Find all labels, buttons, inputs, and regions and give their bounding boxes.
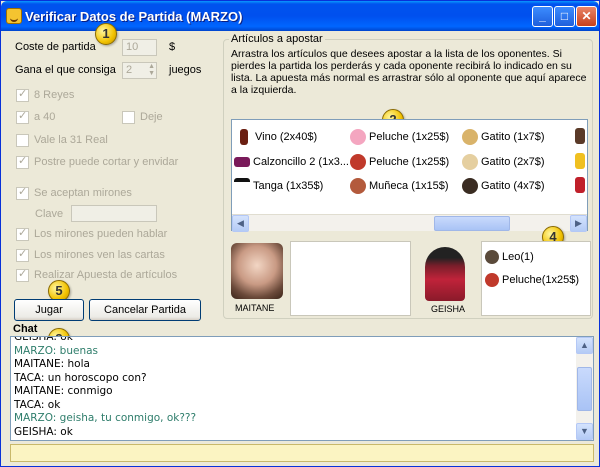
cancelar-partida-button[interactable]: Cancelar Partida: [89, 299, 201, 321]
gana-label: Gana el que consiga: [15, 64, 116, 76]
kitten-icon: [462, 177, 478, 194]
gana-stepper[interactable]: 2 ▲ ▼: [122, 62, 157, 79]
chat-message: MARZO: geisha, tu conmigo, ok???: [14, 412, 197, 424]
vale31-label: Vale la 31 Real: [34, 134, 108, 146]
deje-label: Deje: [140, 111, 163, 123]
opponent-left-card[interactable]: MAITANE: [227, 241, 287, 316]
partial-item-icon: [575, 128, 585, 144]
chat-message: MAITANE: hola: [14, 358, 90, 370]
postre-checkbox[interactable]: [16, 154, 29, 169]
ven-label: Los mirones ven las cartas: [34, 249, 165, 261]
reyes-checkbox[interactable]: [16, 87, 29, 102]
chat-log[interactable]: GEISHA: ok MARZO: buenas MAITANE: hola TACA…: [10, 336, 594, 441]
horizontal-scrollbar[interactable]: ◀ ▶: [232, 214, 587, 232]
list-item[interactable]: Gatito (2x7$): [462, 153, 545, 170]
geisha-bet-list[interactable]: Leo(1) Peluche(1x25$): [481, 241, 591, 316]
chat-message: MARZO: buenas: [14, 344, 99, 357]
list-item[interactable]: Calzoncillo 2 (1x3...: [234, 153, 349, 170]
list-item[interactable]: Gatito (1x7$): [462, 128, 545, 145]
dialog-window: Verificar Datos de Partida (MARZO) _ □ ✕…: [0, 0, 600, 467]
chat-lines: GEISHA: ok MARZO: buenas MAITANE: hola TACA…: [11, 336, 577, 439]
jugar-button[interactable]: Jugar: [14, 299, 84, 321]
window-title: Verificar Datos de Partida (MARZO): [25, 9, 243, 24]
title-bar[interactable]: Verificar Datos de Partida (MARZO) _ □ ✕: [1, 1, 599, 31]
minimize-button[interactable]: _: [532, 6, 553, 27]
list-item[interactable]: Peluche (1x25$): [350, 128, 449, 145]
scrollbar-thumb[interactable]: [434, 216, 510, 231]
hablar-checkbox[interactable]: [16, 226, 29, 241]
apuesta-label: Realizar Apuesta de artículos: [34, 269, 178, 281]
ven-checkbox[interactable]: [16, 247, 29, 262]
vale31-checkbox[interactable]: [16, 134, 29, 147]
wine-bottle-icon: [240, 128, 248, 145]
list-item[interactable]: Peluche(1x25$): [485, 271, 579, 288]
coste-label: Coste de partida: [15, 41, 96, 53]
list-item[interactable]: Leo(1): [485, 248, 534, 265]
a40-label: a 40: [34, 111, 56, 123]
close-icon: ✕: [581, 9, 592, 23]
list-item[interactable]: Gatito (4x7$): [462, 177, 545, 194]
a40-checkbox[interactable]: [16, 109, 29, 124]
geisha-name: GEISHA: [431, 304, 466, 314]
kitten-icon: [462, 153, 478, 170]
chat-input[interactable]: [10, 444, 594, 462]
stepper-arrows-icon[interactable]: ▲ ▼: [148, 63, 155, 77]
chat-message: MAITANE: conmigo: [14, 385, 113, 397]
chat-message: TACA: un horoscopo con?: [14, 371, 147, 384]
scroll-left-icon[interactable]: ◀: [232, 215, 249, 232]
apuesta-checkbox[interactable]: [16, 267, 29, 282]
thong-icon: [234, 177, 250, 194]
list-item[interactable]: Tanga (1x35$): [234, 177, 323, 194]
clave-input[interactable]: [71, 205, 157, 222]
callout-badge-1: 1: [95, 23, 117, 45]
chat-message: GEISHA: ok: [14, 425, 73, 438]
minimize-icon: _: [539, 9, 546, 23]
gana-value: 2: [126, 64, 133, 76]
deje-checkbox[interactable]: [122, 111, 135, 124]
teddy-bear-pink-icon: [350, 128, 366, 145]
list-item[interactable]: Muñeca (1x15$): [350, 177, 449, 194]
articulos-list[interactable]: Vino (2x40$) Peluche (1x25$) Gatito (1x7…: [231, 119, 588, 232]
opponent-right-card[interactable]: GEISHA: [413, 241, 479, 316]
maitane-bet-list[interactable]: [290, 241, 411, 316]
list-item[interactable]: Vino (2x40$): [236, 128, 317, 145]
articulos-group-label: Artículos a apostar: [229, 33, 325, 45]
lion-icon: [485, 249, 499, 264]
doll-icon: [350, 177, 366, 194]
mirones-label: Se aceptan mirones: [34, 187, 132, 199]
chat-message: GEISHA: ok: [14, 336, 73, 343]
partial-item-icon: [575, 153, 585, 169]
chat-label: Chat: [13, 323, 38, 335]
scroll-down-icon[interactable]: ▼: [576, 423, 593, 440]
clave-label: Clave: [35, 208, 64, 220]
coste-input[interactable]: 10: [122, 39, 157, 56]
close-button[interactable]: ✕: [576, 6, 597, 27]
maximize-button[interactable]: □: [554, 6, 575, 27]
partial-item-icon: [575, 177, 585, 193]
scrollbar-thumb[interactable]: [577, 367, 592, 411]
mirones-checkbox[interactable]: [16, 185, 29, 200]
scroll-right-icon[interactable]: ▶: [570, 215, 587, 232]
reyes-label: 8 Reyes: [34, 89, 75, 101]
maitane-avatar: [231, 243, 283, 299]
gana-unit: juegos: [169, 64, 202, 76]
teddy-bear-red-icon: [350, 153, 366, 170]
teddy-bear-red-icon: [485, 272, 499, 287]
vertical-scrollbar[interactable]: ▲ ▼: [576, 337, 593, 440]
hablar-label: Los mirones pueden hablar: [34, 228, 168, 240]
maitane-name: MAITANE: [235, 303, 275, 313]
smiley-app-icon: [6, 8, 22, 24]
articulos-description: Arrastra los artículos que desees aposta…: [231, 48, 587, 96]
coste-unit: $: [169, 41, 176, 53]
scroll-up-icon[interactable]: ▲: [576, 337, 593, 354]
kitten-icon: [462, 128, 478, 145]
geisha-avatar: [425, 247, 465, 301]
postre-label: Postre puede cortar y envidar: [34, 156, 179, 168]
underwear-icon: [234, 156, 250, 167]
chat-message: TACA: ok: [14, 398, 61, 411]
maximize-icon: □: [560, 9, 569, 23]
list-item[interactable]: Peluche (1x25$): [350, 153, 449, 170]
